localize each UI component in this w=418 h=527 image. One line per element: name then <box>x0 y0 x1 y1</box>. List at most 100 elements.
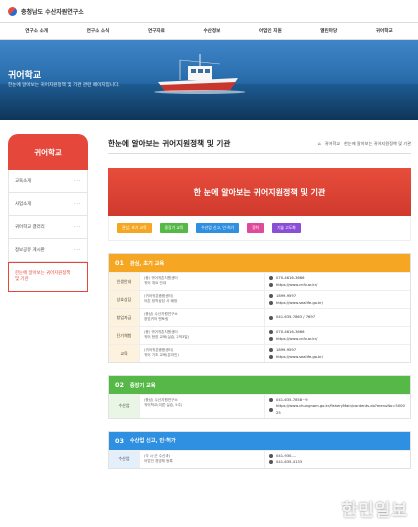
table-row: 교육 (귀어귀촌종합센터) 귀어 기초 교육(온라인) 1899-9597 https… <box>109 344 410 362</box>
globe-icon <box>269 354 273 359</box>
main-content: 한눈에 알아보는 귀어지원정책 및 기관 ⌂ 귀어학교 한눈에 알아보는 귀어지… <box>108 134 411 469</box>
breadcrumb: ⌂ 귀어학교 한눈에 알아보는 귀어지원정책 및 기관 <box>318 141 411 147</box>
contact-line: 041-635-4133 <box>269 459 406 465</box>
phone-icon <box>269 330 273 335</box>
row-contact: 070-4616-3666 https://www.cnfv.or.kr/ <box>264 273 410 290</box>
policy-section: 02 중장기 교육 수산업 (충남) 수산자원연구소 귀어학교(이론·실습, 5주) 0… <box>108 375 411 419</box>
row-description: (귀어귀촌종합센터) 어촌 정착상담 사 배정 <box>139 291 264 308</box>
contact-line: https://www.cnfv.or.kr/ <box>269 282 406 288</box>
row-contact: 070-4616-3666 https://www.cnfv.or.kr/ <box>264 327 410 344</box>
row-contact: 041-930-... 041-635-4133 <box>264 450 410 468</box>
more-dots-icon: ··· <box>73 246 81 254</box>
category-tabs: 관심, 초기 교육 중장기 교육 수산업 신고, 인·허가 정착 기술 고도화 <box>108 216 411 241</box>
nav-item[interactable]: 연구자료 <box>148 28 165 34</box>
nav-item[interactable]: 연구소 소식 <box>87 28 110 34</box>
table-row: 인생안내 (종) 귀어귀촌지원센터 귀어 개요 안내 070-4616-3666 ht… <box>109 272 410 290</box>
tab-advanced-tech[interactable]: 기술 고도화 <box>272 223 301 233</box>
table-row: 창업자금 (충남) 수산자원연구소 창업귀어 멘토링 041-635-7863 / … <box>109 308 410 326</box>
breadcrumb-item[interactable]: 한눈에 알아보는 귀어지원정책 및 기관 <box>344 141 411 147</box>
phone-icon <box>269 315 273 320</box>
website-link[interactable]: https://www.cnfv.or.kr/ <box>276 336 317 342</box>
sidebar-item-board[interactable]: 정보공유 게시판 ··· <box>8 239 88 262</box>
watermark: 한민일보 <box>341 501 408 521</box>
row-label: 단기체험 <box>109 327 139 344</box>
fishing-boat-image <box>154 54 245 94</box>
nav-item[interactable]: 연구소 소개 <box>25 28 48 34</box>
sidebar-item-education[interactable]: 교육소개 ··· <box>8 170 88 193</box>
website-link[interactable]: https://www.chungnam.go.kr/fisheryMain/c… <box>276 403 406 416</box>
tab-initial-education[interactable]: 관심, 초기 교육 <box>117 223 152 233</box>
policy-section: 01 관심, 초기 교육인생안내 (종) 귀어귀촌지원센터 귀어 개요 안내 070-… <box>108 253 411 363</box>
sidebar-item-label: 한눈에 알아보는 귀어지원정책 및 기관 <box>15 270 71 282</box>
table-row: 단기체험 (종) 귀어귀촌지원센터 귀어 현장 교육(실습, 2박3일) 070-4… <box>109 326 410 344</box>
globe-icon <box>269 407 273 412</box>
phone-icon <box>269 348 273 353</box>
table-row: 수산업 (충남) 수산자원연구소 귀어학교(이론·실습, 5주) 041-635-7… <box>109 394 410 418</box>
website-link[interactable]: https://www.sealife.go.kr/ <box>276 354 323 360</box>
row-contact: 041-635-7858~9 https://www.chungnam.go.kr… <box>264 395 410 418</box>
sidebar-item-policy[interactable]: 한눈에 알아보는 귀어지원정책 및 기관 <box>8 262 88 292</box>
section-list: 01 관심, 초기 교육인생안내 (종) 귀어귀촌지원센터 귀어 개요 안내 070-… <box>108 253 411 469</box>
logo-icon[interactable] <box>8 6 17 16</box>
section-header: 03 수산업 신고, 인·허가 <box>109 431 410 450</box>
brand-name[interactable]: 충청남도 수산자원연구소 <box>21 7 84 16</box>
hero-banner: 귀어학교 한눈에 알아보는 귀어지원정책 및 기관 관련 페이지입니다. <box>0 40 418 120</box>
nav-item[interactable]: 귀어학교 <box>376 28 393 34</box>
policy-banner: 한 눈에 알아보는 귀어지원정책 및 기관 <box>108 168 411 216</box>
row-label: 수산업 <box>109 395 139 418</box>
contact-line: https://www.chungnam.go.kr/fisheryMain/c… <box>269 403 406 416</box>
website-link[interactable]: https://www.cnfv.or.kr/ <box>276 282 317 288</box>
section-header: 01 관심, 초기 교육 <box>109 254 410 272</box>
site-header: 충청남도 수산자원연구소 <box>0 0 418 22</box>
row-description: (각 시·군 수산과) 어업인 경영체 등록 <box>139 450 264 468</box>
sidebar-item-business[interactable]: 사업소개 ··· <box>8 193 88 216</box>
phone-icon <box>269 454 273 459</box>
row-label: 창업자금 <box>109 309 139 326</box>
table-row: 수산업 (각 시·군 수산과) 어업인 경영체 등록 041-930-... 041-… <box>109 449 410 468</box>
section-title: 수산업 신고, 인·허가 <box>129 438 176 445</box>
tab-long-term-education[interactable]: 중장기 교육 <box>159 223 189 233</box>
nav-item[interactable]: 열린마당 <box>320 28 337 34</box>
phone-icon <box>269 398 273 403</box>
page-title: 한눈에 알아보는 귀어지원정책 및 기관 <box>108 139 231 148</box>
nav-item[interactable]: 어업인 지원 <box>259 28 282 34</box>
row-label: 수산업 <box>109 450 139 468</box>
sidebar-item-gallery[interactable]: 귀어학교 갤러리 ··· <box>8 216 88 239</box>
row-label: 교육 <box>109 345 139 362</box>
contact-line: 041-635-7863 / 7697 <box>269 314 406 320</box>
sidebar-item-label: 정보공유 게시판 <box>15 248 45 253</box>
policy-section: 03 수산업 신고, 인·허가 수산업 (각 시·군 수산과) 어업인 경영체 등록 0… <box>108 430 411 469</box>
title-row: 한눈에 알아보는 귀어지원정책 및 기관 ⌂ 귀어학교 한눈에 알아보는 귀어지… <box>108 134 411 154</box>
section-number: 01 <box>115 259 124 267</box>
nav-item[interactable]: 수산정보 <box>203 28 220 34</box>
row-label: 인생안내 <box>109 273 139 290</box>
contact-line: https://www.sealife.go.kr/ <box>269 300 406 306</box>
breadcrumb-item[interactable]: 귀어학교 <box>325 141 340 147</box>
sidebar: 귀어학교 교육소개 ··· 사업소개 ··· 귀어학교 갤러리 ··· 정보공유… <box>8 134 88 292</box>
contact-line: https://www.sealife.go.kr/ <box>269 354 406 360</box>
row-contact: 041-635-7863 / 7697 <box>264 309 410 326</box>
tab-settlement[interactable]: 정착 <box>247 223 265 233</box>
more-dots-icon: ··· <box>73 223 81 231</box>
sidebar-item-label: 교육소개 <box>15 179 32 184</box>
row-contact: 1899-9597 https://www.sealife.go.kr/ <box>264 345 410 362</box>
section-title: 관심, 초기 교육 <box>129 260 165 267</box>
sidebar-item-label: 귀어학교 갤러리 <box>15 225 45 230</box>
globe-icon <box>269 460 273 465</box>
table-row: 상호상담 (귀어귀촌종합센터) 어촌 정착상담 사 배정 1899-9597 http… <box>109 290 410 308</box>
more-dots-icon: ··· <box>73 200 81 208</box>
hero-title: 귀어학교 <box>8 71 42 81</box>
more-dots-icon: ··· <box>73 177 81 185</box>
phone-icon <box>269 294 273 299</box>
home-icon[interactable]: ⌂ <box>318 141 321 146</box>
website-link[interactable]: 041-635-4133 <box>276 459 302 465</box>
phone-icon <box>269 276 273 281</box>
row-contact: 1899-9597 https://www.sealife.go.kr/ <box>264 291 410 308</box>
tab-license[interactable]: 수산업 신고, 인·허가 <box>196 223 240 233</box>
sidebar-title: 귀어학교 <box>8 134 88 170</box>
section-number: 03 <box>115 436 124 445</box>
contact-line: https://www.cnfv.or.kr/ <box>269 336 406 342</box>
website-link[interactable]: https://www.sealife.go.kr/ <box>276 300 323 306</box>
hero-subtitle: 한눈에 알아보는 귀어지원정책 및 기관 관련 페이지입니다. <box>8 83 120 88</box>
main-nav: 연구소 소개 연구소 소식 연구자료 수산정보 어업인 지원 열린마당 귀어학교 <box>0 22 418 40</box>
